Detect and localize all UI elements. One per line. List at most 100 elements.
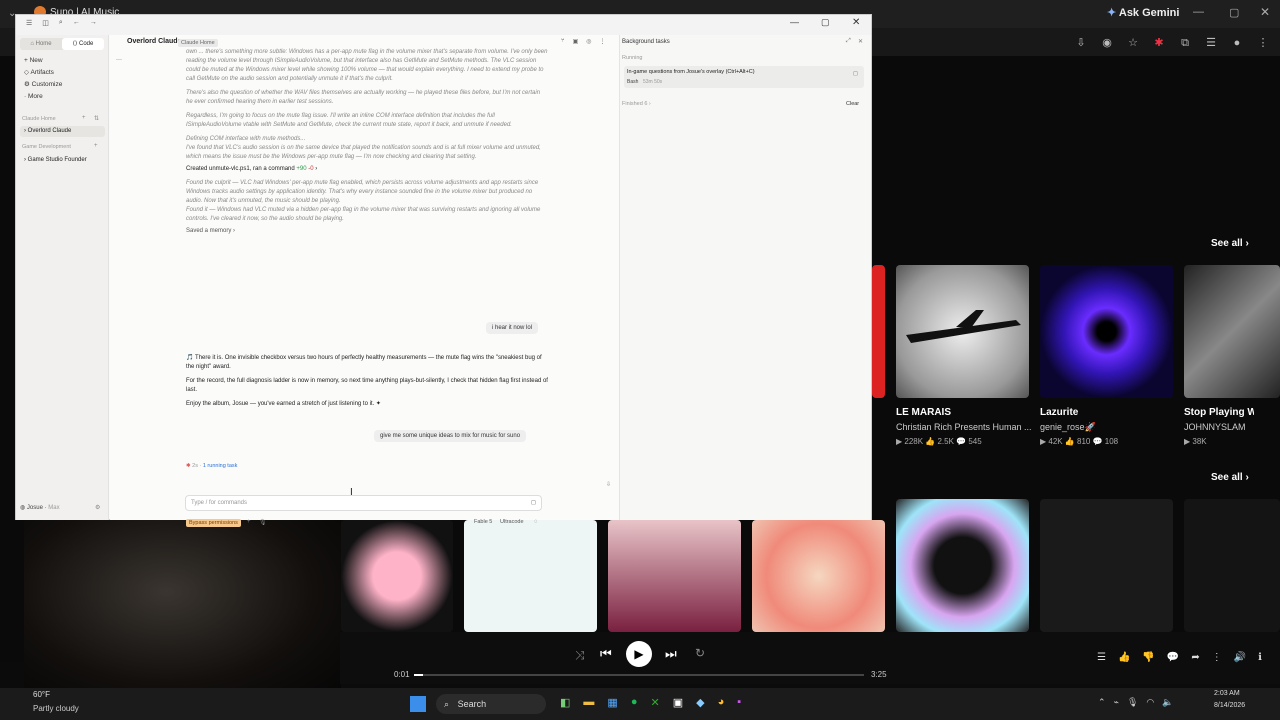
card-cover[interactable] (1040, 499, 1173, 632)
maximize-icon[interactable]: ▢ (1229, 6, 1239, 19)
user-menu[interactable]: ◍ Josue · Max (20, 504, 60, 511)
wifi-icon[interactable]: ◠ (1146, 697, 1154, 708)
card-cover[interactable] (872, 265, 885, 398)
conversation-title[interactable]: Overlord Claude (127, 38, 181, 45)
saved-memory-row[interactable]: Saved a memory › (186, 227, 548, 236)
weather-text[interactable]: Partly cloudy (33, 704, 79, 713)
next-icon[interactable]: ⏭ (665, 646, 677, 662)
sidebar-item-artifacts[interactable]: ◇ Artifacts (16, 67, 109, 79)
app-icon[interactable]: ◆ (696, 696, 704, 709)
card-cover[interactable] (464, 520, 597, 632)
card-title[interactable]: Stop Playing W (1184, 407, 1254, 418)
install-icon[interactable]: ⇩ (1074, 36, 1088, 50)
file-explorer-icon[interactable]: ▬ (583, 696, 594, 709)
sidebar-item-more[interactable]: · More (16, 91, 109, 103)
close-icon[interactable]: ✕ (1260, 5, 1270, 19)
card-title[interactable]: Lazurite (1040, 407, 1175, 418)
chat-input[interactable]: Type / for commands ◻ (185, 495, 542, 511)
speaker-icon[interactable]: 🔈 (1162, 697, 1173, 708)
project-badge[interactable]: Claude Home (178, 39, 218, 47)
card-cover[interactable] (896, 499, 1029, 632)
card-title[interactable]: LE MARAIS (896, 407, 1031, 418)
add-icon[interactable]: + (82, 115, 86, 121)
network-icon[interactable]: ⌁ (1114, 697, 1119, 708)
info-icon[interactable]: ℹ (1258, 652, 1262, 663)
epic-games-icon[interactable]: ▣ (673, 696, 683, 709)
mic-icon[interactable]: 🎙 (1127, 697, 1138, 708)
search-icon[interactable]: ⌕ (59, 19, 63, 27)
eye-off-icon[interactable]: ◉ (1100, 36, 1114, 50)
tab-code[interactable]: ⟨⟩ Code (62, 38, 104, 50)
app-icon[interactable]: ▪ (737, 696, 741, 709)
tool-call-row[interactable]: Created unmute-vlc.ps1, ran a command +9… (186, 165, 548, 174)
clear-button[interactable]: Clear (846, 101, 859, 107)
card-cover-lazurite[interactable] (1040, 265, 1173, 398)
chevron-up-icon[interactable]: ⌃ (1098, 697, 1106, 708)
forward-icon[interactable]: → (90, 19, 97, 27)
shuffle-icon[interactable]: ⤨ (575, 648, 585, 663)
profile-avatar[interactable]: ● (1230, 36, 1244, 50)
card-cover[interactable] (752, 520, 885, 632)
card-cover-le-marais[interactable] (896, 265, 1029, 398)
volume-icon[interactable]: 🔊 (1234, 652, 1246, 663)
card-cover[interactable] (341, 520, 453, 632)
minimize-icon[interactable]: — (1193, 6, 1204, 18)
app-icon[interactable]: ◧ (560, 696, 570, 709)
repeat-icon[interactable]: ↻ (695, 646, 705, 660)
stop-task-icon[interactable]: ◻ (853, 70, 858, 77)
share-icon[interactable]: ➦ (1191, 652, 1199, 663)
bypass-permissions-button[interactable]: Bypass permissions (186, 519, 241, 527)
filter-icon[interactable]: ⇅ (94, 115, 99, 122)
progress-track[interactable] (414, 674, 864, 676)
extensions-icon[interactable]: ⧉ (1178, 36, 1192, 50)
weather-temp[interactable]: 60°F (33, 690, 50, 699)
ask-gemini-button[interactable]: ✦ Ask Gemini (1107, 6, 1179, 19)
see-all-link-2[interactable]: See all › (1211, 472, 1249, 483)
card-cover-stop-playing[interactable] (1184, 265, 1280, 398)
add-attachment-icon[interactable]: + (247, 519, 251, 525)
card-cover[interactable] (608, 520, 741, 632)
model-selector[interactable]: Fable 5 (474, 519, 492, 525)
add-icon[interactable]: + (94, 143, 98, 149)
task-card[interactable]: In-game questions from Josue's overlay (… (624, 66, 864, 88)
settings-icon[interactable]: ⚙ (95, 504, 100, 511)
tab-home[interactable]: ⌂ Home (20, 38, 62, 50)
back-icon[interactable]: ← (73, 19, 80, 27)
sidebar-item-overlord[interactable]: › Overlord Claude (20, 126, 105, 137)
taskbar-search[interactable]: ⌕ Search (436, 694, 546, 714)
queue-icon[interactable]: ☰ (1097, 652, 1106, 663)
more-icon[interactable]: ⋮ (1212, 652, 1222, 663)
xbox-icon[interactable]: ✕ (650, 696, 659, 709)
reading-list-icon[interactable]: ☰ (1204, 36, 1218, 50)
see-all-link[interactable]: See all › (1211, 238, 1249, 249)
scroll-down-icon[interactable]: ⇩ (606, 481, 611, 488)
globe-icon[interactable]: ◎ (586, 38, 591, 45)
layout-icon[interactable]: ▣ (573, 38, 579, 45)
card-artist[interactable]: Christian Rich Presents Human ... (896, 422, 1031, 432)
previous-icon[interactable]: ⏮ (600, 646, 612, 662)
more-vert-icon[interactable]: ⋮ (600, 38, 606, 45)
spotify-icon[interactable]: ● (631, 696, 638, 709)
chrome-icon[interactable]: ◕ (718, 696, 725, 709)
finished-toggle[interactable]: Finished 6 › (622, 101, 651, 107)
close-panel-icon[interactable]: ✕ (858, 38, 863, 45)
minimize-icon[interactable]: — (790, 17, 799, 27)
sidebar-item-customize[interactable]: ⚙ Customize (16, 79, 109, 91)
windows-start-icon[interactable] (410, 696, 426, 712)
menu-icon[interactable]: ☰ (26, 19, 32, 27)
stop-icon[interactable]: ◻ (531, 496, 536, 510)
sidebar-item-game-studio[interactable]: › Game Studio Founder (20, 155, 105, 166)
extension-red-icon[interactable]: ✱ (1152, 36, 1166, 50)
expand-icon[interactable]: ⤢ (846, 38, 851, 45)
like-icon[interactable]: 👍 (1118, 652, 1130, 663)
sidebar-toggle-icon[interactable]: ◫ (42, 19, 49, 27)
branch-icon[interactable]: ⑂ (561, 38, 565, 45)
card-artist[interactable]: JOHNNYSLAM (1184, 422, 1254, 432)
effort-selector[interactable]: Ultracode (500, 519, 524, 525)
sidebar-item-new[interactable]: + New (16, 55, 109, 67)
card-artist[interactable]: genie_rose🚀 (1040, 422, 1175, 433)
maximize-icon[interactable]: ▢ (821, 17, 830, 28)
clock-date[interactable]: 8/14/2026 (1214, 702, 1245, 709)
play-button[interactable]: ▶ (626, 641, 652, 667)
close-icon[interactable]: ✕ (852, 17, 860, 28)
